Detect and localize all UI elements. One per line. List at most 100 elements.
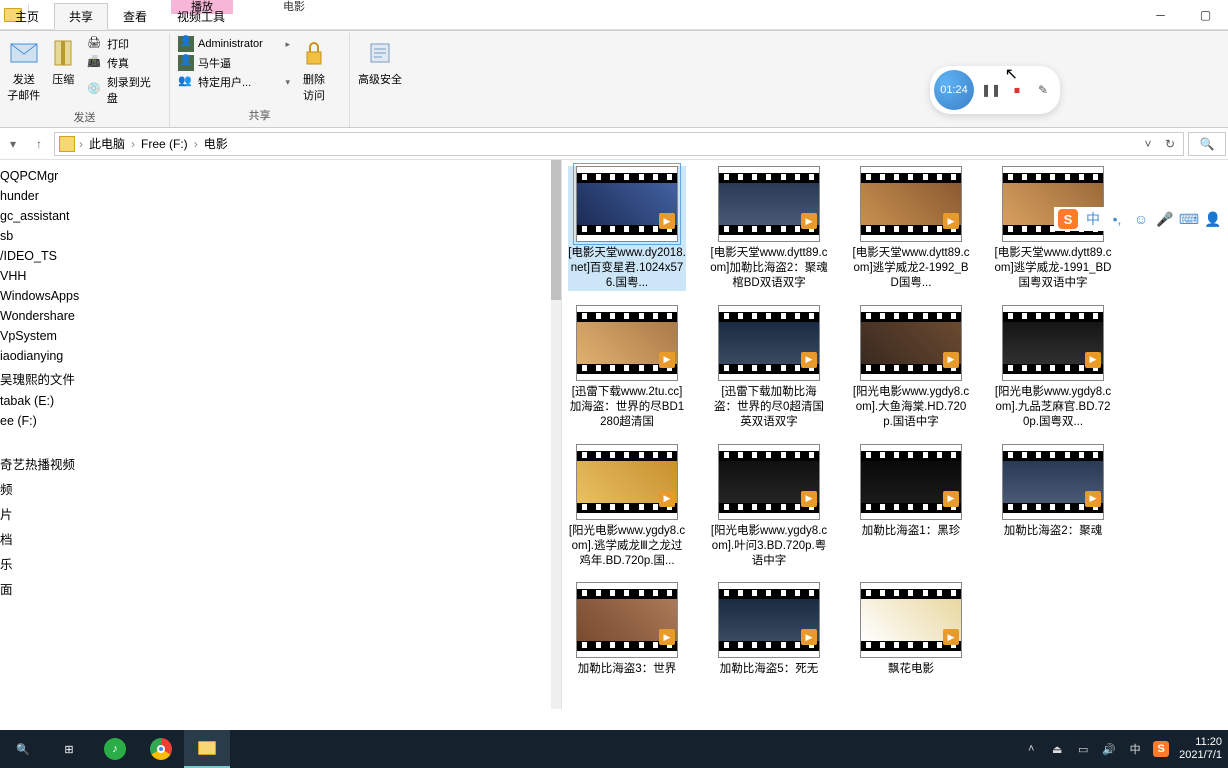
admin-button[interactable]: 👤Administrator▸ bbox=[174, 35, 294, 53]
tree-item[interactable]: VpSystem bbox=[0, 326, 561, 346]
file-item[interactable]: ▶[阳光电影www.ygdy8.com].叶问3.BD.720p.粤语中字 bbox=[710, 444, 828, 569]
ime-punct-icon[interactable]: •, bbox=[1108, 210, 1126, 228]
tree-item[interactable]: sb bbox=[0, 226, 561, 246]
file-item[interactable]: ▶ 飘花电影 bbox=[852, 582, 970, 677]
file-item[interactable]: ▶[阳光电影www.ygdy8.com].逃学威龙Ⅲ之龙过鸡年.BD.720p.… bbox=[568, 444, 686, 569]
ime-lang[interactable]: 中 bbox=[1084, 210, 1102, 228]
video-thumbnail: ▶ bbox=[576, 166, 678, 242]
ime-face-icon[interactable]: ☺ bbox=[1132, 210, 1150, 228]
address-bar[interactable]: › 此电脑 › Free (F:) › 电影 ˅ ↻ bbox=[54, 132, 1184, 156]
refresh-button[interactable]: ↻ bbox=[1159, 137, 1181, 151]
print-button[interactable]: 🖨打印 bbox=[83, 35, 165, 53]
fax-button[interactable]: 📠传真 bbox=[83, 54, 165, 72]
video-thumbnail: ▶ bbox=[718, 582, 820, 658]
tray-battery-icon[interactable]: ▭ bbox=[1075, 741, 1091, 757]
back-button[interactable]: ▾ bbox=[2, 133, 24, 155]
tray-volume-icon[interactable]: 🔊 bbox=[1101, 741, 1117, 757]
tree-item[interactable]: VHH bbox=[0, 266, 561, 286]
up-button[interactable]: ↑ bbox=[28, 133, 50, 155]
recorder-widget[interactable]: 01:24 ❚❚ ⏹ ✎ bbox=[930, 66, 1060, 114]
file-item[interactable]: ▶[电影天堂www.dy2018.net]百变星君.1024x576.国粤... bbox=[568, 166, 686, 291]
explorer-button[interactable] bbox=[184, 730, 230, 768]
file-label: 飘花电影 bbox=[888, 662, 934, 677]
adv-security-button[interactable]: 高级安全 bbox=[354, 35, 406, 109]
tree-item[interactable] bbox=[0, 431, 561, 451]
tree-item[interactable]: QQPCMgr bbox=[0, 166, 561, 186]
send-group-label: 发送 bbox=[4, 107, 165, 127]
crumb-pc[interactable]: 此电脑 bbox=[85, 135, 129, 152]
ime-keyboard-icon[interactable]: ⌨ bbox=[1180, 210, 1198, 228]
ime-mic-icon[interactable]: 🎤 bbox=[1156, 210, 1174, 228]
people-icon: 👥 bbox=[178, 74, 194, 90]
search-button[interactable]: 🔍 bbox=[0, 730, 46, 768]
file-item[interactable]: ▶加勒比海盗2：聚魂 bbox=[994, 444, 1112, 569]
tree-item[interactable]: 面 bbox=[0, 576, 561, 601]
compress-button[interactable]: 压缩 bbox=[44, 35, 84, 107]
minimize-button[interactable]: ─ bbox=[1138, 0, 1183, 29]
tree-item[interactable]: 吴瑰熙的文件 bbox=[0, 366, 561, 391]
tab-view[interactable]: 查看 bbox=[108, 3, 162, 30]
ime-toolbar[interactable]: S 中 •, ☺ 🎤 ⌨ 👤 bbox=[1054, 207, 1226, 231]
chrome-button[interactable] bbox=[138, 730, 184, 768]
file-label: 加勒比海盗1：黑珍 bbox=[862, 524, 960, 539]
file-item[interactable]: ▶加勒比海盗1：黑珍 bbox=[852, 444, 970, 569]
pause-button[interactable]: ❚❚ bbox=[982, 81, 1000, 99]
history-button[interactable]: ˅ bbox=[1137, 137, 1159, 151]
tree-item[interactable]: 档 bbox=[0, 526, 561, 551]
tab-home[interactable]: 主页 bbox=[0, 3, 54, 30]
tray-eject-icon[interactable]: ⏏ bbox=[1049, 741, 1065, 757]
tree-item[interactable]: 奇艺热播视频 bbox=[0, 451, 561, 476]
file-item[interactable]: ▶ 加勒比海盗5：死无 bbox=[710, 582, 828, 677]
nav-tree[interactable]: QQPCMgrhundergc_assistantsb/IDEO_TSVHHWi… bbox=[0, 160, 562, 709]
ime-user-icon[interactable]: 👤 bbox=[1204, 210, 1222, 228]
file-item[interactable]: ▶[阳光电影www.ygdy8.com].九品芝麻官.BD.720p.国粤双..… bbox=[994, 305, 1112, 430]
video-thumbnail: ▶ bbox=[860, 582, 962, 658]
tree-item[interactable]: /IDEO_TS bbox=[0, 246, 561, 266]
qqmusic-button[interactable]: ♪ bbox=[92, 730, 138, 768]
recorder-timer: 01:24 bbox=[934, 70, 974, 110]
tray-ime[interactable]: 中 bbox=[1127, 741, 1143, 757]
sogou-icon[interactable]: S bbox=[1058, 209, 1078, 229]
tree-item[interactable]: Wondershare bbox=[0, 306, 561, 326]
tree-item[interactable]: WindowsApps bbox=[0, 286, 561, 306]
file-label: [阳光电影www.ygdy8.com].九品芝麻官.BD.720p.国粤双... bbox=[994, 385, 1112, 430]
window-controls: ─ ▢ bbox=[1138, 0, 1228, 29]
tab-share[interactable]: 共享 bbox=[54, 3, 108, 30]
play-icon: ▶ bbox=[659, 491, 675, 507]
special-user-button[interactable]: 👥特定用户...▾ bbox=[174, 73, 294, 91]
maximize-button[interactable]: ▢ bbox=[1183, 0, 1228, 29]
file-item[interactable]: ▶加勒比海盗3：世界 bbox=[568, 582, 686, 677]
send-button[interactable]: 发送 子邮件 bbox=[4, 35, 44, 107]
tab-video-tools[interactable]: 视频工具 bbox=[162, 3, 240, 30]
tree-item[interactable]: hunder bbox=[0, 186, 561, 206]
lock-icon bbox=[298, 37, 330, 69]
file-item[interactable]: ▶[电影天堂www.dytt89.com]加勒比海盗2：聚魂棺BD双语双字 bbox=[710, 166, 828, 291]
tray-sogou-icon[interactable]: S bbox=[1153, 741, 1169, 757]
remove-access-button[interactable]: 删除 访问 bbox=[294, 35, 334, 105]
crumb-folder[interactable]: 电影 bbox=[200, 135, 232, 152]
edit-button[interactable]: ✎ bbox=[1034, 81, 1052, 99]
file-label: 加勒比海盗5：死无 bbox=[720, 662, 818, 677]
tree-item[interactable]: tabak (E:) bbox=[0, 391, 561, 411]
file-item[interactable]: ▶[迅雷下载www.2tu.cc]加海盗：世界的尽BD1280超清国 bbox=[568, 305, 686, 430]
tree-item[interactable]: iaodianying bbox=[0, 346, 561, 366]
file-item[interactable]: ▶[电影天堂www.dytt89.com]逃学威龙2-1992_BD国粤... bbox=[852, 166, 970, 291]
scrollbar[interactable] bbox=[551, 160, 561, 709]
cursor-icon: ↖ bbox=[1005, 64, 1018, 84]
file-item[interactable]: ▶[阳光电影www.ygdy8.com].大鱼海棠.HD.720p.国语中字 bbox=[852, 305, 970, 430]
crumb-drive[interactable]: Free (F:) bbox=[137, 137, 192, 151]
burn-button[interactable]: 💿刻录到光盘 bbox=[83, 73, 165, 107]
shield-icon bbox=[364, 37, 396, 69]
play-icon: ▶ bbox=[659, 213, 675, 229]
tree-item[interactable]: gc_assistant bbox=[0, 206, 561, 226]
taskview-button[interactable]: ⊞ bbox=[46, 730, 92, 768]
tree-item[interactable]: 片 bbox=[0, 501, 561, 526]
tree-item[interactable]: 频 bbox=[0, 476, 561, 501]
search-box[interactable]: 🔍 bbox=[1188, 132, 1226, 156]
maniu-button[interactable]: 👤马牛逼 bbox=[174, 54, 294, 72]
tree-item[interactable]: 乐 bbox=[0, 551, 561, 576]
tree-item[interactable]: ee (F:) bbox=[0, 411, 561, 431]
tray-clock[interactable]: 11:20 2021/7/1 bbox=[1179, 736, 1222, 762]
file-item[interactable]: ▶[迅雷下载加勒比海盗：世界的尽0超清国英双语双字 bbox=[710, 305, 828, 430]
tray-chevron-icon[interactable]: ˄ bbox=[1023, 741, 1039, 757]
